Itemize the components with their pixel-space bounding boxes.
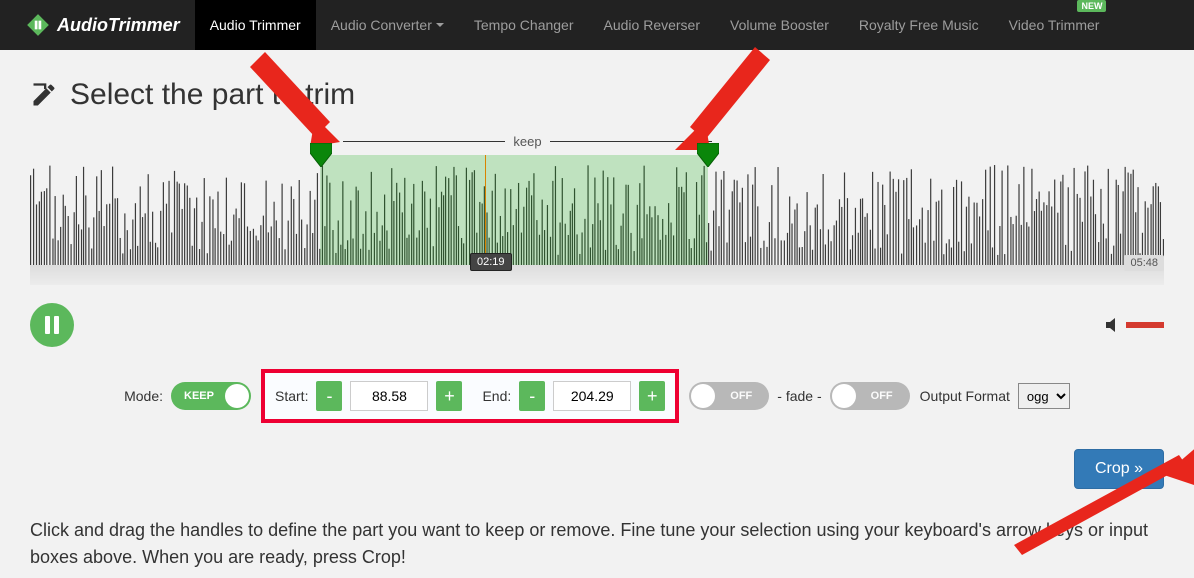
output-format-label: Output Format bbox=[920, 388, 1010, 404]
nav-audio-reverser[interactable]: Audio Reverser bbox=[589, 0, 716, 50]
nav-audio-trimmer[interactable]: Audio Trimmer bbox=[195, 0, 316, 50]
waveform-area[interactable]: 02:19 05:48 bbox=[30, 155, 1164, 285]
mode-toggle[interactable]: KEEP bbox=[171, 382, 251, 410]
nav-items: Audio Trimmer Audio Converter Tempo Chan… bbox=[195, 0, 1115, 50]
fade-out-toggle[interactable]: OFF bbox=[830, 382, 910, 410]
brand-logo[interactable]: AudioTrimmer bbox=[25, 12, 180, 38]
top-nav: AudioTrimmer Audio Trimmer Audio Convert… bbox=[0, 0, 1194, 50]
page-heading: Select the part to trim bbox=[30, 78, 1164, 112]
end-increment-button[interactable]: + bbox=[639, 381, 665, 411]
crop-button[interactable]: Crop » bbox=[1074, 449, 1164, 489]
playhead-time: 02:19 bbox=[470, 253, 512, 271]
nav-tempo-changer[interactable]: Tempo Changer bbox=[459, 0, 589, 50]
end-time-input[interactable] bbox=[553, 381, 631, 411]
start-label: Start: bbox=[275, 388, 308, 404]
keep-range-indicator: keep bbox=[335, 134, 720, 149]
volume-icon bbox=[1106, 318, 1122, 332]
nav-volume-booster[interactable]: Volume Booster bbox=[715, 0, 844, 50]
instructions-text: Click and drag the handles to define the… bbox=[30, 517, 1164, 571]
start-increment-button[interactable]: + bbox=[436, 381, 462, 411]
end-label: End: bbox=[482, 388, 511, 404]
waveform-reflection bbox=[30, 265, 1164, 285]
end-decrement-button[interactable]: - bbox=[519, 381, 545, 411]
page-body: Select the part to trim keep 02:19 05:48 bbox=[0, 50, 1194, 571]
fade-in-toggle[interactable]: OFF bbox=[689, 382, 769, 410]
page-title: Select the part to trim bbox=[70, 78, 355, 112]
logo-icon bbox=[25, 12, 51, 38]
volume-slider[interactable] bbox=[1126, 322, 1164, 328]
playhead[interactable] bbox=[485, 155, 486, 265]
output-format-select[interactable]: ogg bbox=[1018, 383, 1070, 409]
keep-label: keep bbox=[513, 134, 541, 149]
pause-button[interactable] bbox=[30, 303, 74, 347]
selection-handle-start[interactable] bbox=[310, 143, 332, 167]
chevron-down-icon bbox=[436, 23, 444, 27]
edit-icon bbox=[30, 81, 58, 109]
start-time-input[interactable] bbox=[350, 381, 428, 411]
fade-label: - fade - bbox=[777, 388, 821, 404]
volume-control[interactable] bbox=[1106, 318, 1164, 332]
nav-audio-converter[interactable]: Audio Converter bbox=[316, 0, 459, 50]
selection-handle-end[interactable] bbox=[697, 143, 719, 167]
selection-region[interactable] bbox=[320, 155, 708, 265]
start-decrement-button[interactable]: - bbox=[316, 381, 342, 411]
nav-royalty-free-music[interactable]: Royalty Free Music bbox=[844, 0, 994, 50]
total-time: 05:48 bbox=[1124, 255, 1164, 271]
time-inputs-highlight: Start: - + End: - + bbox=[261, 369, 679, 423]
brand-name: AudioTrimmer bbox=[57, 15, 180, 36]
nav-video-trimmer[interactable]: Video Trimmer bbox=[994, 0, 1115, 50]
mode-label: Mode: bbox=[124, 388, 163, 404]
